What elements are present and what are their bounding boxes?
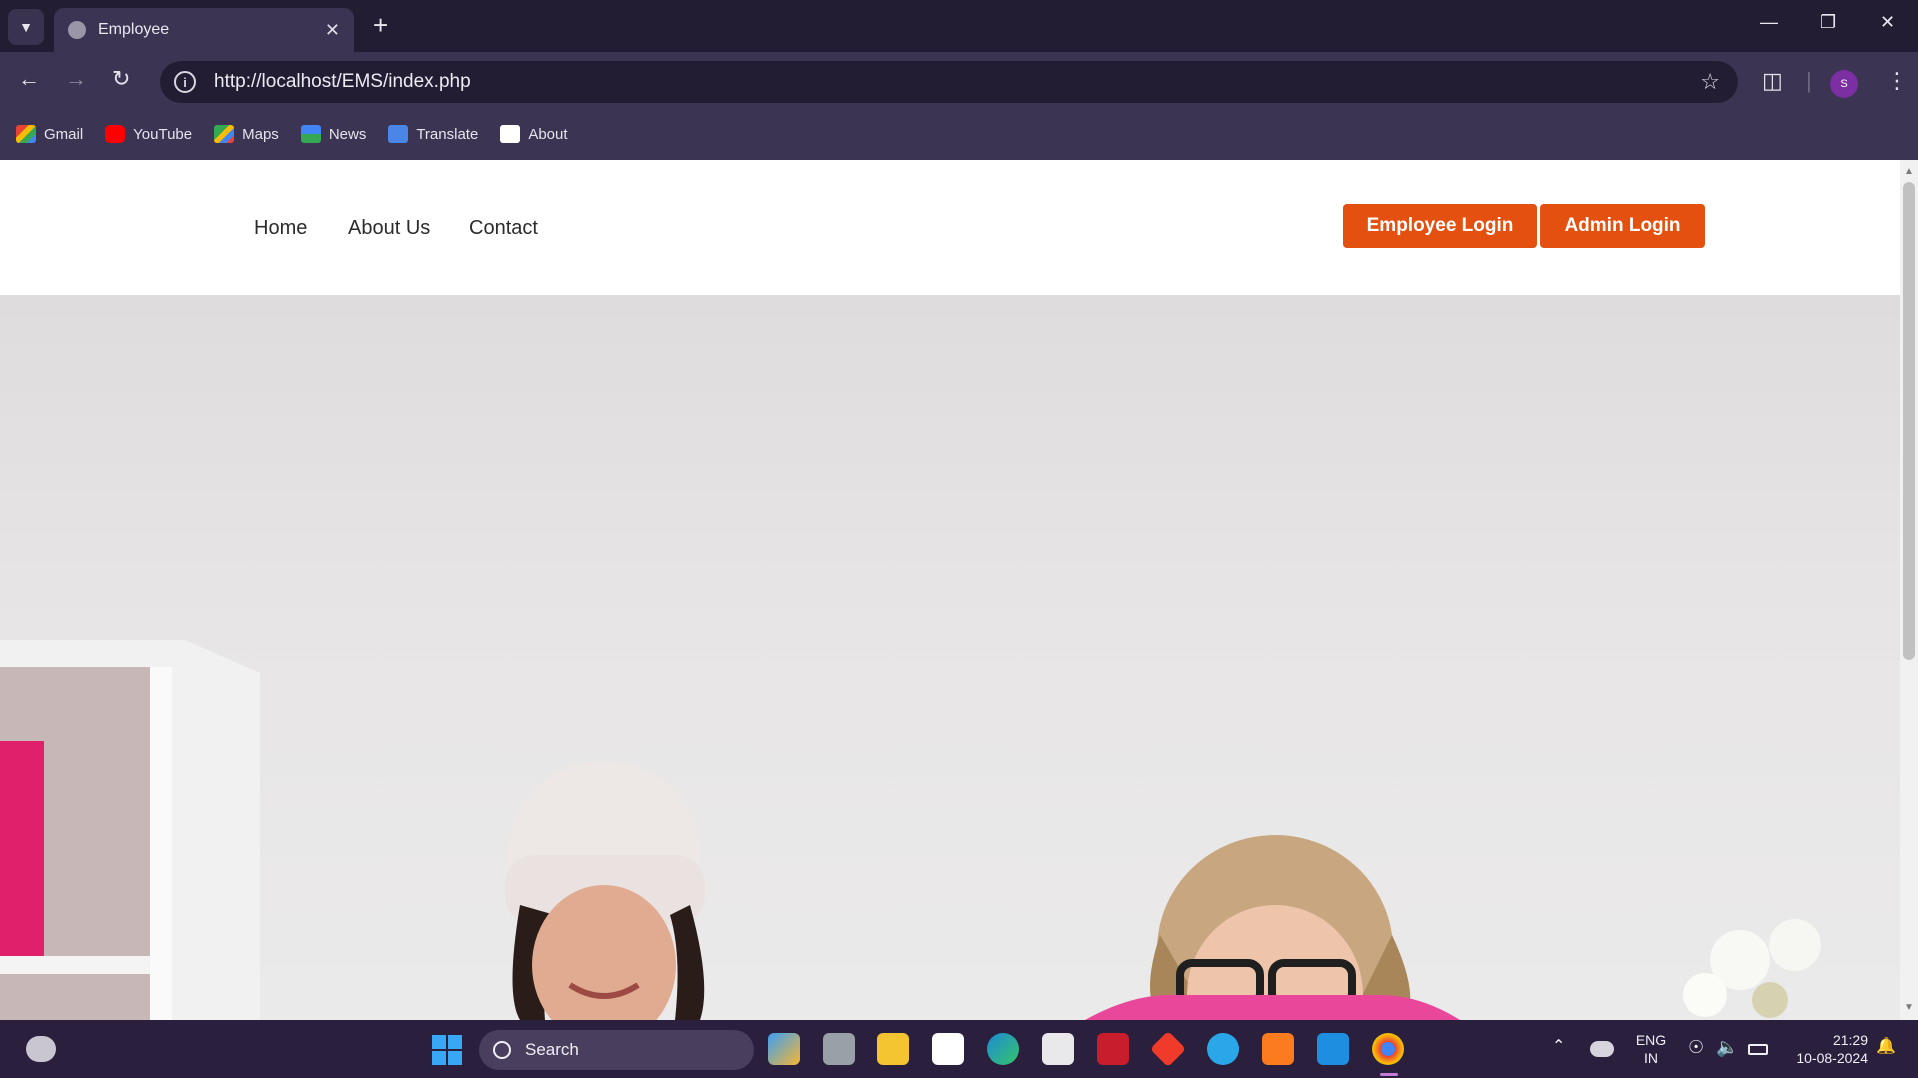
extensions-icon[interactable]: ◫ (1762, 68, 1783, 94)
task-view-icon[interactable] (823, 1033, 855, 1065)
maps-icon (214, 125, 235, 143)
taskbar-search-label: Search (525, 1040, 579, 1059)
menu-kebab-icon[interactable]: ⋮ (1886, 68, 1908, 94)
windows-start-icon[interactable] (432, 1035, 462, 1065)
nav-home-link[interactable]: Home (254, 217, 307, 240)
clock-time: 21:29 (1832, 1032, 1868, 1048)
taskbar-search[interactable]: Search (479, 1030, 754, 1070)
gmail-icon (16, 125, 36, 143)
help-icon[interactable] (1207, 1033, 1239, 1065)
toolbar-divider: | (1806, 68, 1812, 93)
bookmark-star-icon[interactable]: ☆ (1700, 69, 1720, 95)
bookmark-label: News (328, 125, 367, 143)
url-text: http://localhost/EMS/index.php (214, 71, 471, 92)
close-window-icon[interactable]: ✕ (1880, 12, 1895, 33)
anydesk-icon[interactable] (1149, 1030, 1187, 1068)
employee-login-button[interactable]: Employee Login (1343, 204, 1537, 248)
bookmark-label: Gmail (44, 125, 84, 143)
news-icon (300, 125, 321, 143)
page-scrollbar[interactable]: ▲ ▼ (1900, 160, 1918, 1020)
bookmark-label: YouTube (133, 125, 193, 143)
scrollbar-thumb[interactable] (1903, 182, 1915, 660)
bookmark-about[interactable]: About (500, 125, 568, 143)
globe-icon (68, 21, 86, 39)
notification-bell-icon[interactable]: 🔔 (1876, 1038, 1896, 1056)
language-indicator[interactable]: ENG IN (1633, 1031, 1669, 1067)
youtube-icon (105, 125, 126, 143)
clock[interactable]: 21:29 10-08-2024 (1784, 1031, 1868, 1067)
site-header: Home About Us Contact Employee Login Adm… (0, 160, 1900, 295)
bookmark-maps[interactable]: Maps (214, 125, 279, 143)
nav-about-link[interactable]: About Us (348, 217, 430, 240)
search-icon (493, 1041, 511, 1059)
xampp-icon[interactable] (1262, 1033, 1294, 1065)
tab-list-button[interactable]: ▼ (8, 9, 44, 45)
about-icon (500, 125, 521, 143)
tab-title: Employee (98, 21, 170, 38)
bookmark-label: Translate (416, 125, 479, 143)
mcafee-icon[interactable] (1097, 1033, 1129, 1065)
scroll-down-icon[interactable]: ▼ (1904, 1002, 1914, 1013)
region-code: IN (1644, 1050, 1658, 1066)
vscode-icon[interactable] (1317, 1033, 1349, 1065)
nav-contact-link[interactable]: Contact (469, 217, 538, 240)
address-bar[interactable]: i http://localhost/EMS/index.php ☆ (160, 61, 1738, 103)
windows-taskbar: Search ⌃ ENG IN ☉ 🔈 21:29 10-08-2024 🔔 (0, 1020, 1918, 1078)
minimize-icon[interactable]: — (1760, 12, 1778, 33)
site-info-icon[interactable]: i (174, 71, 196, 93)
weather-icon[interactable] (26, 1036, 56, 1062)
bookmark-youtube[interactable]: YouTube (105, 125, 192, 143)
browser-tab-bar: ▼ Employee ✕ + — ❐ ✕ (0, 0, 1918, 52)
network-icon[interactable]: ☉ (1688, 1038, 1704, 1056)
bookmark-gmail[interactable]: Gmail (16, 125, 83, 143)
file-explorer-icon[interactable] (877, 1033, 909, 1065)
copilot-icon[interactable] (768, 1033, 800, 1065)
chevron-down-icon: ▼ (19, 19, 33, 35)
edge-icon[interactable] (987, 1033, 1019, 1065)
restore-icon[interactable]: ❐ (1820, 12, 1836, 33)
bookmark-label: About (528, 125, 568, 143)
profile-avatar[interactable]: S (1830, 70, 1858, 98)
notepad-app-icon[interactable] (932, 1033, 964, 1065)
show-hidden-icons[interactable]: ⌃ (1552, 1038, 1565, 1056)
admin-login-button[interactable]: Admin Login (1540, 204, 1705, 248)
back-arrow-icon[interactable]: ← (18, 66, 40, 92)
bookmark-news[interactable]: News (300, 125, 367, 143)
translate-icon (388, 125, 409, 143)
hero-photo-illustration (0, 640, 1821, 1020)
language-code: ENG (1635, 1032, 1667, 1048)
bookmarks-bar: Gmail YouTube Maps News Translate About (0, 108, 1918, 160)
bookmark-translate[interactable]: Translate (388, 125, 478, 143)
active-tab[interactable]: Employee ✕ (54, 8, 354, 52)
volume-icon[interactable]: 🔈 (1716, 1038, 1738, 1056)
active-app-indicator (1380, 1073, 1398, 1076)
onedrive-icon[interactable] (1590, 1041, 1614, 1057)
bookmark-label: Maps (242, 125, 279, 143)
battery-icon[interactable] (1748, 1044, 1768, 1055)
store-icon[interactable] (1042, 1033, 1074, 1065)
chrome-icon[interactable] (1372, 1033, 1404, 1065)
reload-icon[interactable]: ↻ (112, 66, 130, 92)
close-tab-icon[interactable]: ✕ (325, 20, 340, 41)
browser-toolbar: ← → ↻ i http://localhost/EMS/index.php ☆… (0, 52, 1918, 108)
hero-image (0, 295, 1900, 1020)
new-tab-button[interactable]: + (373, 10, 388, 41)
scroll-up-icon[interactable]: ▲ (1904, 166, 1914, 177)
clock-date: 10-08-2024 (1796, 1050, 1868, 1066)
web-page: Home About Us Contact Employee Login Adm… (0, 160, 1900, 1020)
forward-arrow-icon[interactable]: → (65, 66, 87, 92)
